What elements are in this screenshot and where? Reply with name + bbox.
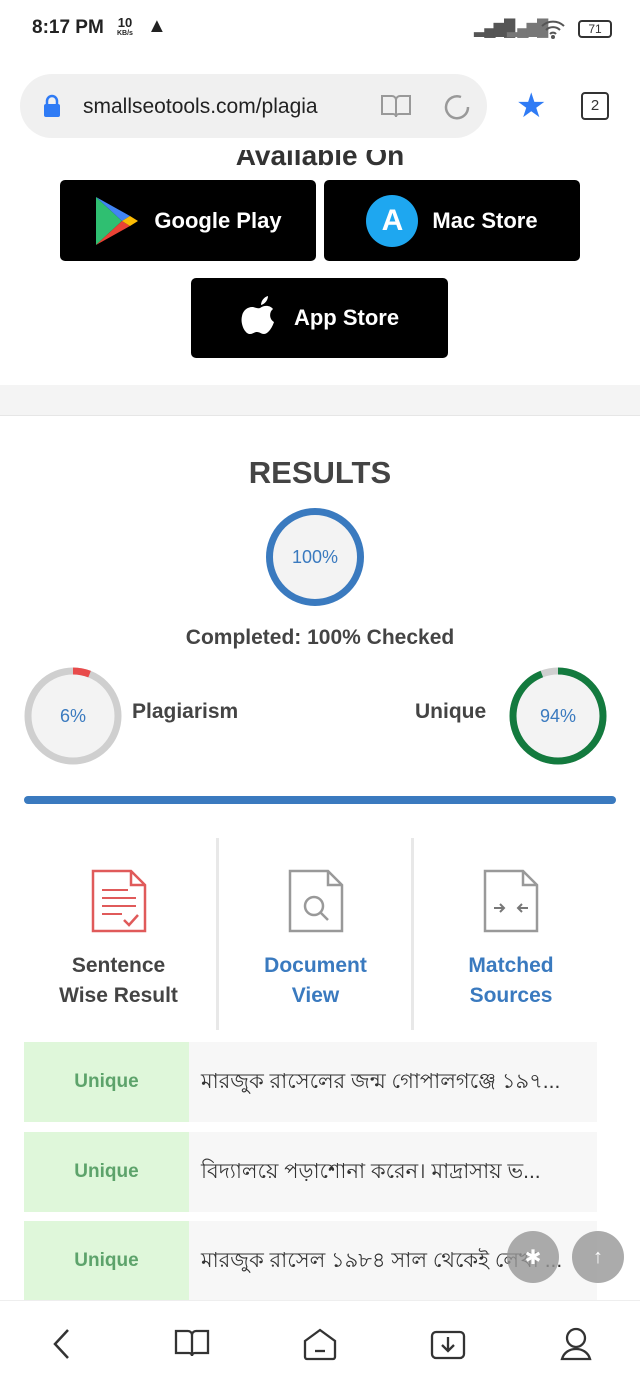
reload-icon[interactable] bbox=[443, 92, 473, 122]
home-icon[interactable] bbox=[302, 1327, 338, 1361]
result-row[interactable]: Unique মারজুক রাসেলের জন্ম গোপালগঞ্জে ১৯৭… bbox=[24, 1042, 597, 1122]
app-store-button[interactable]: App Store bbox=[191, 278, 448, 358]
apple-icon bbox=[241, 296, 274, 334]
mac-store-label: Mac Store bbox=[432, 207, 538, 233]
clock: 8:17 PM bbox=[32, 17, 104, 38]
bottom-nav bbox=[0, 1300, 640, 1387]
sentence-text: বিদ্যালয়ে পড়াশোনা করেন। মাদ্রাসায় ভ..… bbox=[189, 1132, 597, 1212]
profile-icon[interactable] bbox=[559, 1326, 593, 1362]
available-on-heading: Available On bbox=[235, 140, 405, 168]
status-badge: Unique bbox=[24, 1042, 189, 1122]
app-store-label: App Store bbox=[293, 305, 400, 330]
document-search-icon bbox=[288, 869, 343, 933]
tab-sentence-wise-result[interactable]: Sentence Wise Result bbox=[20, 838, 217, 1030]
unique-label: Unique bbox=[415, 700, 487, 723]
plagiarism-label: Plagiarism bbox=[132, 700, 239, 723]
reader-mode-icon[interactable] bbox=[380, 93, 412, 119]
progress-ring: 100% bbox=[266, 508, 364, 606]
google-play-label: Google Play bbox=[154, 207, 282, 233]
status-badge: Unique bbox=[24, 1132, 189, 1212]
tab-label-line2: Sources bbox=[469, 984, 553, 1007]
section-gap bbox=[0, 385, 640, 415]
lock-icon bbox=[44, 94, 60, 117]
result-row[interactable]: Unique বিদ্যালয়ে পড়াশোনা করেন। মাদ্রাসা… bbox=[24, 1132, 597, 1212]
tab-label-line2: View bbox=[291, 984, 340, 1007]
completed-text: Completed: 100% Checked bbox=[185, 626, 455, 649]
scroll-top-button[interactable]: ↑ bbox=[572, 1231, 624, 1283]
bug-icon: ✱ bbox=[524, 1246, 542, 1269]
mac-store-icon: A bbox=[366, 194, 419, 247]
status-badge: Unique bbox=[24, 1221, 189, 1301]
sentence-report-icon bbox=[91, 869, 146, 933]
wifi-icon bbox=[541, 20, 565, 39]
speed-unit: KB/s bbox=[117, 30, 133, 37]
back-icon[interactable] bbox=[50, 1327, 74, 1361]
warning-icon: ▲ bbox=[147, 15, 167, 37]
tabs-button[interactable]: 2 bbox=[581, 92, 609, 120]
status-bar: 8:17 PM 10 KB/s ▲ ▂▄▆█ ▂▄▆█ 71 bbox=[0, 0, 640, 56]
battery-icon: 71 bbox=[578, 20, 612, 38]
tab-label-line1: Sentence bbox=[71, 954, 166, 977]
plagiarism-percent: 6% bbox=[59, 706, 86, 726]
results-title: RESULTS bbox=[248, 455, 392, 490]
compare-document-icon bbox=[483, 869, 539, 933]
mac-store-button[interactable]: A Mac Store bbox=[324, 180, 580, 261]
tab-document-view[interactable]: Document View bbox=[219, 838, 412, 1030]
bookmarks-icon[interactable] bbox=[174, 1328, 210, 1358]
network-speed: 10 KB/s bbox=[117, 16, 133, 39]
sentence-text: মারজুক রাসেলের জন্ম গোপালগঞ্জে ১৯৭... bbox=[189, 1042, 597, 1122]
google-play-button[interactable]: Google Play bbox=[60, 180, 316, 261]
bug-report-button[interactable]: ✱ bbox=[507, 1231, 559, 1283]
speed-value: 10 bbox=[117, 15, 133, 30]
tab-label-line2: Wise Result bbox=[59, 984, 178, 1007]
downloads-icon[interactable] bbox=[430, 1327, 466, 1361]
tab-label-line1: Matched bbox=[468, 954, 554, 977]
arrow-up-icon: ↑ bbox=[593, 1245, 603, 1268]
google-play-icon bbox=[96, 196, 139, 245]
tab-label-line1: Document bbox=[264, 954, 367, 977]
unique-percent: 94% bbox=[539, 706, 577, 726]
progress-bar bbox=[24, 796, 616, 804]
tab-matched-sources[interactable]: Matched Sources bbox=[414, 838, 608, 1030]
bookmark-star-icon[interactable]: ★ bbox=[516, 86, 546, 126]
url-text[interactable]: smallseotools.com/plagia bbox=[83, 95, 318, 119]
